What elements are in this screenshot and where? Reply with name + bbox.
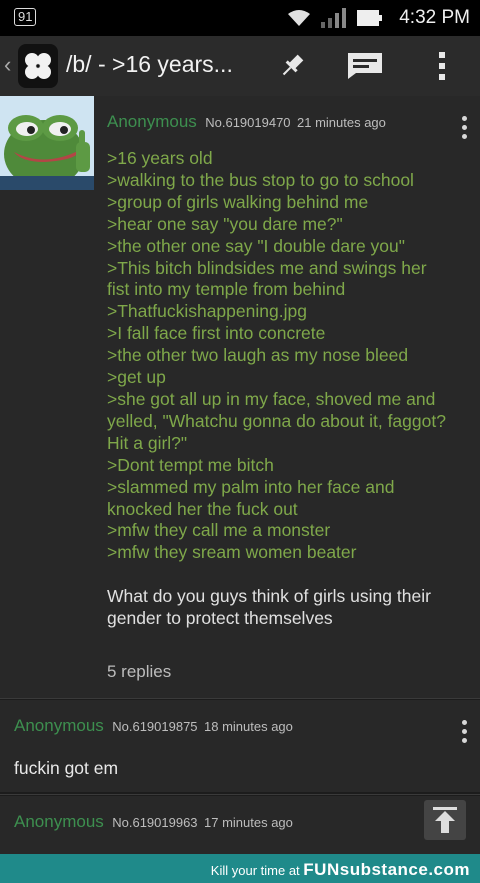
comment-line: What do you guys think of girls using th… (107, 586, 431, 607)
greentext-line: >the other one say "I double dare you" (107, 235, 405, 256)
notification-badge: 91 (14, 8, 37, 26)
greentext-line: >hear one say "you dare me?" (107, 213, 343, 234)
clover-logo-icon[interactable] (18, 44, 58, 88)
post-time: 18 minutes ago (204, 719, 293, 734)
post-header: Anonymous No.619019963 17 minutes ago (14, 812, 293, 832)
post-overflow-menu-icon[interactable] (462, 116, 468, 139)
post-header: Anonymous No.619019875 18 minutes ago (14, 716, 293, 736)
divider (0, 698, 480, 699)
poster-name: Anonymous (14, 812, 104, 831)
scroll-top-icon (433, 807, 457, 833)
scroll-to-top-button[interactable] (424, 800, 466, 840)
watermark: Kill your time at FUNsubstance.com (211, 860, 470, 880)
greentext-block: >16 years old >walking to the bus stop t… (107, 148, 467, 564)
signal-icon (321, 8, 347, 28)
back-chevron-icon[interactable]: ‹ (4, 52, 11, 78)
status-bar: 91 4:32 PM (0, 0, 480, 36)
poster-name: Anonymous (14, 716, 104, 735)
greentext-line: fist into my temple from behind (107, 279, 346, 300)
greentext-line: >slammed my palm into her face and (107, 476, 395, 497)
post-time: 17 minutes ago (204, 815, 293, 830)
replies-count-link[interactable]: 5 replies (107, 662, 467, 682)
reply-icon (348, 53, 382, 79)
greentext-line: >the other two laugh as my nose bleed (107, 345, 409, 366)
greentext-line: >16 years old (107, 148, 213, 168)
status-icons: 4:32 PM (287, 5, 470, 31)
post-overflow-menu-icon[interactable] (462, 720, 468, 743)
comment-line: gender to protect themselves (107, 608, 333, 629)
greentext-line: >Thatfuckishappening.jpg (107, 301, 307, 322)
greentext-line: knocked her the fuck out (107, 498, 298, 519)
post-number[interactable]: No.619019963 (112, 815, 197, 830)
greentext-line: >get up (107, 367, 166, 388)
reply-post[interactable]: Anonymous No.619019963 17 minutes ago (0, 796, 480, 854)
greentext-line: >Dont tempt me bitch (107, 454, 274, 475)
poster-name: Anonymous (107, 112, 197, 131)
post-thumbnail[interactable] (0, 96, 94, 190)
greentext-line: >mfw they call me a monster (107, 520, 331, 541)
post-number[interactable]: No.619019875 (112, 719, 197, 734)
overflow-menu-icon (439, 52, 445, 80)
greentext-line: >walking to the bus stop to go to school (107, 169, 414, 190)
thread-title: /b/ - >16 years... (66, 51, 233, 77)
divider (0, 794, 480, 795)
greentext-line: >group of girls walking behind me (107, 191, 369, 212)
clock: 4:32 PM (399, 7, 470, 28)
op-content: Anonymous No.619019470 21 minutes ago >1… (107, 112, 467, 682)
greentext-line: yelled, "Whatchu gonna do about it, fagg… (107, 410, 446, 431)
app-toolbar: ‹ /b/ - >16 years... (0, 36, 480, 96)
greentext-line: >This bitch blindsides me and swings her (107, 257, 427, 278)
reply-post[interactable]: Anonymous No.619019875 18 minutes ago fu… (0, 700, 480, 792)
op-comment: What do you guys think of girls using th… (107, 586, 467, 630)
pin-icon (282, 54, 304, 76)
reply-button[interactable] (347, 48, 383, 84)
post-time: 21 minutes ago (297, 115, 386, 130)
post-number[interactable]: No.619019470 (205, 115, 290, 130)
overflow-menu-button[interactable] (424, 48, 460, 84)
greentext-line: >she got all up in my face, shoved me an… (107, 388, 436, 409)
op-post[interactable]: Anonymous No.619019470 21 minutes ago >1… (0, 96, 480, 698)
greentext-line: Hit a girl?" (107, 432, 188, 453)
watermark-caption: Kill your time at (210, 863, 300, 878)
reply-text: fuckin got em (14, 758, 119, 778)
greentext-line: >I fall face first into concrete (107, 323, 326, 344)
wifi-icon (288, 10, 311, 26)
battery-icon (357, 10, 383, 26)
post-header: Anonymous No.619019470 21 minutes ago (107, 112, 467, 132)
watermark-brand: FUNsubstance.com (303, 860, 470, 879)
watermark-bar: Kill your time at FUNsubstance.com (0, 854, 480, 883)
pin-button[interactable] (274, 48, 310, 84)
greentext-line: >mfw they sream women beater (107, 542, 357, 563)
